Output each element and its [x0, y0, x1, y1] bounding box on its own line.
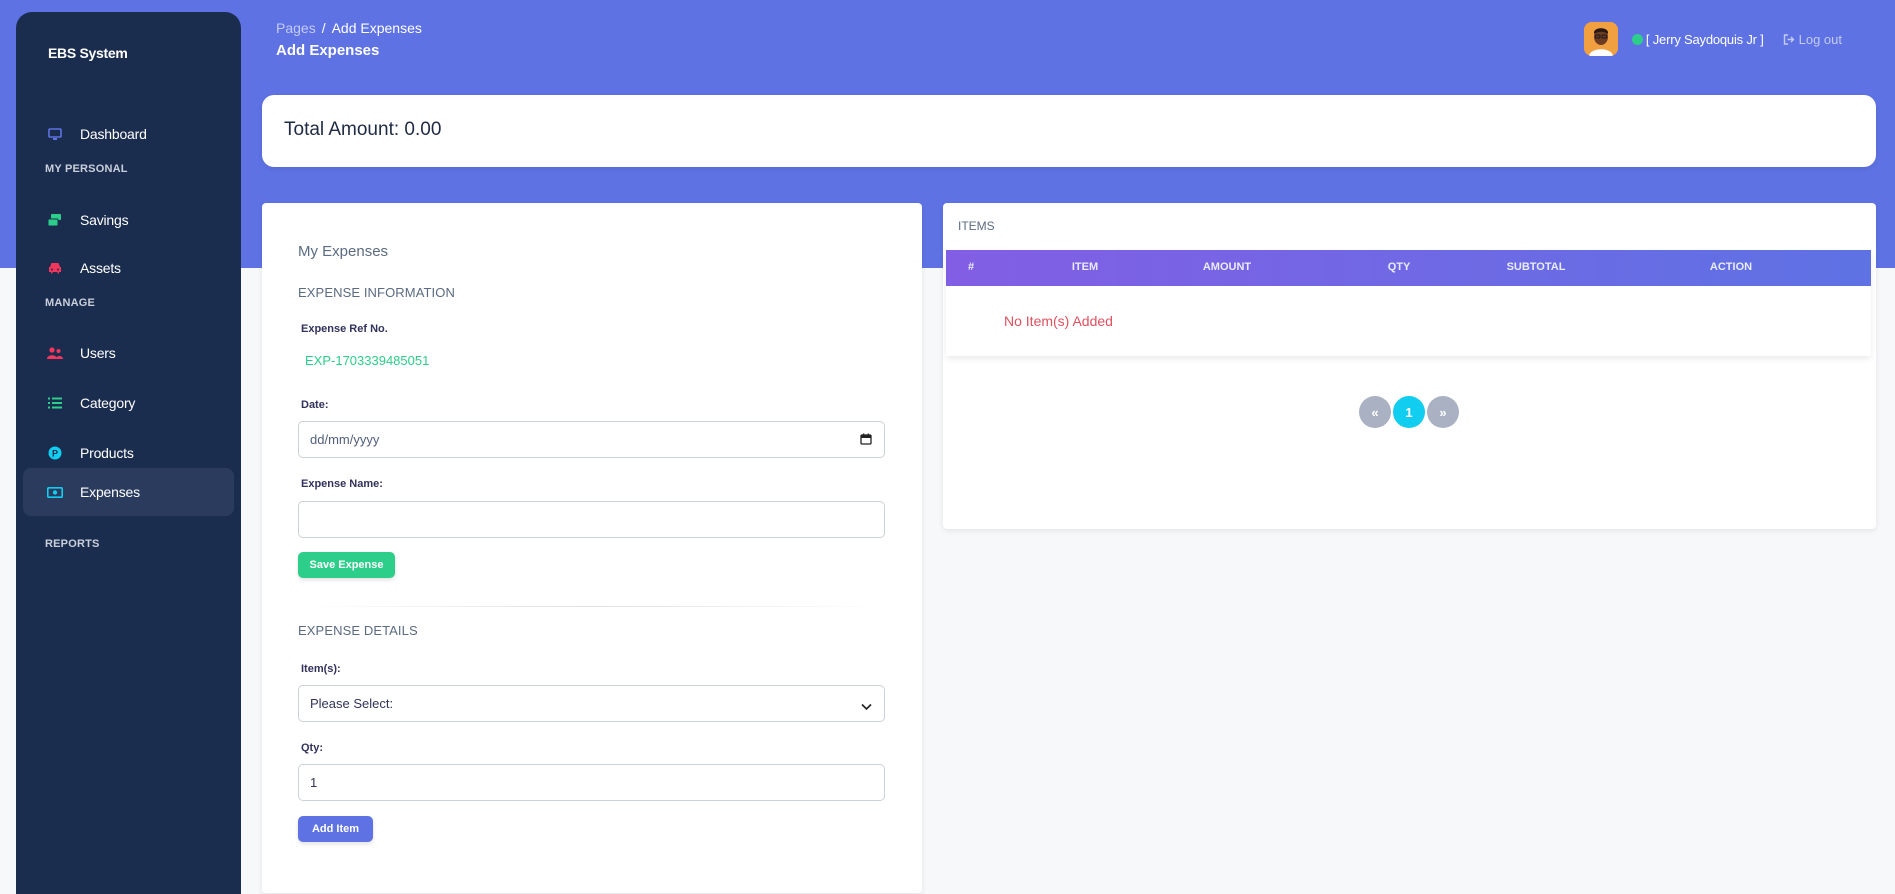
sidebar-item-users[interactable]: Users: [23, 329, 234, 377]
sidebar-item-label: Users: [80, 345, 116, 361]
column-header-subtotal: SUBTOTAL: [1506, 261, 1566, 273]
online-status-dot: [1631, 33, 1643, 45]
brand-logo[interactable]: EBS System: [48, 45, 128, 61]
sidebar-item-expenses[interactable]: Expenses: [23, 468, 234, 516]
expense-name-input[interactable]: [298, 501, 885, 538]
save-expense-button[interactable]: Save Expense: [298, 552, 395, 578]
sidebar-heading-reports: REPORTS: [45, 538, 100, 550]
page-title: Add Expenses: [276, 42, 380, 59]
sidebar-item-label: Products: [80, 445, 134, 461]
section-expense-details: EXPENSE DETAILS: [298, 623, 418, 638]
expense-form-card: My Expenses EXPENSE INFORMATION Expense …: [262, 203, 922, 893]
pagination-next-button[interactable]: »: [1427, 396, 1459, 428]
user-name: [ Jerry Saydoquis Jr ]: [1645, 31, 1764, 47]
sidebar-item-label: Expenses: [80, 484, 140, 500]
date-label: Date:: [301, 399, 329, 411]
breadcrumb-root[interactable]: Pages: [276, 20, 316, 36]
avatar[interactable]: [1583, 22, 1618, 56]
date-placeholder: dd/mm/yyyy: [310, 432, 380, 447]
sidebar-item-dashboard[interactable]: Dashboard: [23, 110, 234, 158]
section-divider: [298, 606, 885, 607]
sidebar-heading-personal: MY PERSONAL: [45, 163, 128, 175]
list-icon: [45, 393, 65, 413]
car-icon: [45, 258, 65, 278]
pagination-page-button[interactable]: 1: [1393, 396, 1425, 428]
expense-name-label: Expense Name:: [301, 478, 383, 490]
logout-label: Log out: [1798, 31, 1842, 47]
sidebar-item-label: Savings: [80, 212, 129, 228]
sidebar-item-category[interactable]: Category: [23, 379, 234, 427]
sidebar-item-label: Category: [80, 395, 136, 411]
user-menu: [ Jerry Saydoquis Jr ] Log out: [1583, 22, 1842, 56]
sidebar-item-label: Assets: [80, 260, 121, 276]
sidebar: EBS System Dashboard MY PERSONAL Savings…: [16, 12, 241, 894]
date-input[interactable]: dd/mm/yyyy: [298, 421, 885, 458]
pagination-prev-button[interactable]: «: [1359, 396, 1391, 428]
money-stack-icon: [45, 210, 65, 230]
logout-link[interactable]: Log out: [1783, 32, 1842, 47]
column-header-item: ITEM: [1071, 261, 1099, 273]
total-amount-card: Total Amount: 0.00: [262, 95, 1876, 167]
logout-icon: [1783, 33, 1795, 45]
monitor-icon: [45, 124, 65, 144]
add-item-button[interactable]: Add Item: [298, 816, 373, 842]
breadcrumb-current: Add Expenses: [331, 20, 422, 36]
column-header-qty: QTY: [1387, 261, 1411, 273]
chevron-down-icon: [861, 699, 872, 714]
product-badge-icon: P: [45, 443, 65, 463]
items-table: # ITEM AMOUNT QTY SUBTOTAL ACTION No Ite…: [946, 250, 1871, 356]
items-card-title: ITEMS: [958, 219, 995, 233]
money-bill-icon: [45, 482, 65, 502]
qty-input[interactable]: 1: [298, 764, 885, 801]
form-card-title: My Expenses: [298, 243, 389, 260]
items-label: Item(s):: [301, 663, 341, 675]
empty-items-message: No Item(s) Added: [1004, 313, 1113, 329]
qty-label: Qty:: [301, 742, 323, 754]
column-header-action: ACTION: [1709, 261, 1753, 273]
calendar-icon[interactable]: [860, 433, 872, 448]
users-icon: [45, 343, 65, 363]
column-header-index: #: [967, 261, 975, 273]
total-amount: Total Amount: 0.00: [284, 119, 442, 140]
ref-value: EXP-1703339485051: [305, 353, 430, 368]
item-select-value: Please Select:: [310, 696, 394, 711]
qty-value: 1: [310, 775, 318, 790]
item-select[interactable]: Please Select:: [298, 685, 885, 722]
ref-label: Expense Ref No.: [301, 323, 388, 335]
breadcrumb-separator: /: [321, 20, 326, 36]
breadcrumb: Pages / Add Expenses: [276, 20, 422, 36]
section-expense-information: EXPENSE INFORMATION: [298, 285, 455, 300]
svg-text:P: P: [52, 449, 58, 459]
table-header: # ITEM AMOUNT QTY SUBTOTAL ACTION: [946, 250, 1871, 286]
sidebar-item-savings[interactable]: Savings: [23, 196, 234, 244]
sidebar-heading-manage: MANAGE: [45, 297, 96, 309]
sidebar-item-label: Dashboard: [80, 126, 147, 142]
column-header-amount: AMOUNT: [1202, 261, 1252, 273]
items-card: ITEMS # ITEM AMOUNT QTY SUBTOTAL ACTION …: [943, 203, 1876, 529]
sidebar-item-assets[interactable]: Assets: [23, 244, 234, 292]
